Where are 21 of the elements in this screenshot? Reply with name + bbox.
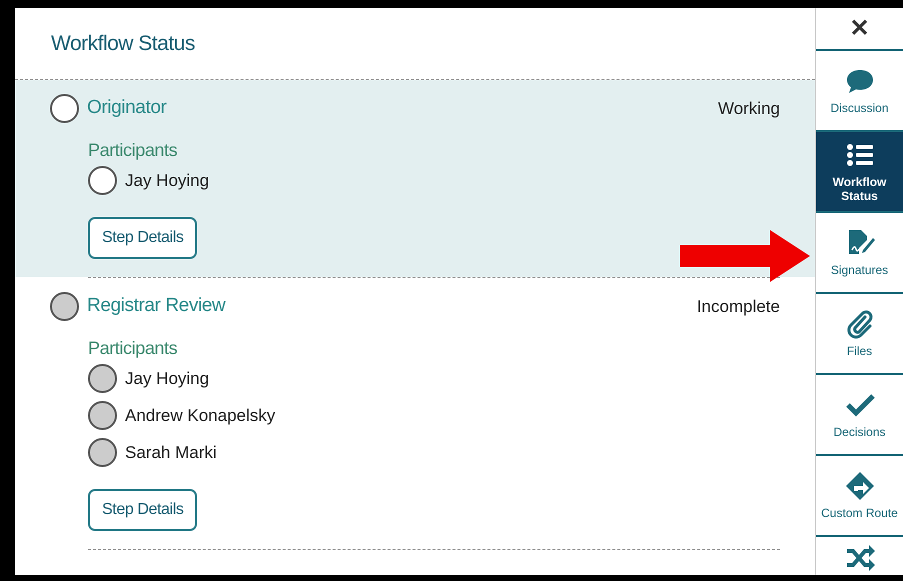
- shuffle-icon: [844, 543, 874, 573]
- participant-name: Jay Hoying: [125, 170, 210, 192]
- step-status: Working: [718, 98, 780, 120]
- step-name: Registrar Review: [87, 294, 226, 318]
- step-name: Originator: [87, 96, 166, 120]
- participant-circle: [88, 401, 117, 430]
- step-details-button[interactable]: Step Details: [88, 489, 198, 531]
- participant-circle: [88, 166, 117, 195]
- step-status: Incomplete: [696, 296, 780, 318]
- participant-name: Andrew Konapelsky: [125, 404, 276, 427]
- participant-name: Jay Hoying: [125, 368, 210, 390]
- participants-label: Participants: [88, 337, 178, 360]
- participant-circle: [88, 364, 117, 393]
- diamond-arrow-icon: [844, 470, 874, 501]
- sidebar-tab[interactable]: Workflow Status: [816, 130, 903, 211]
- paperclip-icon: [844, 308, 874, 339]
- panel-title: Workflow Status: [51, 31, 195, 57]
- participant-name: Sarah Marki: [125, 442, 217, 464]
- participant-circle: [88, 438, 117, 467]
- step-details-button[interactable]: Step Details: [88, 217, 198, 259]
- participants-label: Participants: [88, 139, 178, 162]
